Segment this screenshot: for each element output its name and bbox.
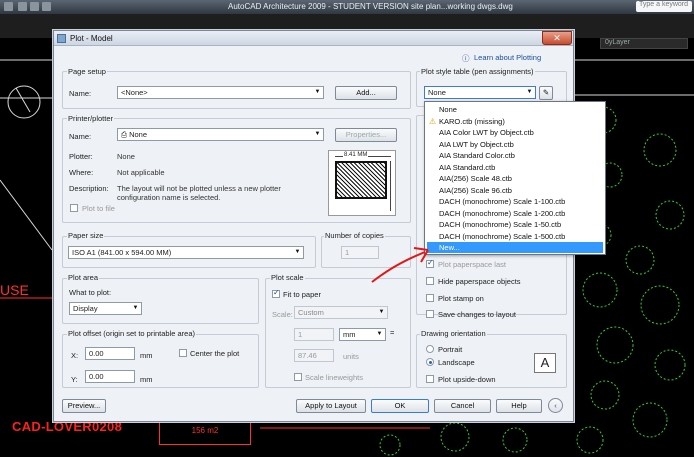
red-annotation-arrow [371,247,429,283]
arrow-stroke [371,251,426,283]
